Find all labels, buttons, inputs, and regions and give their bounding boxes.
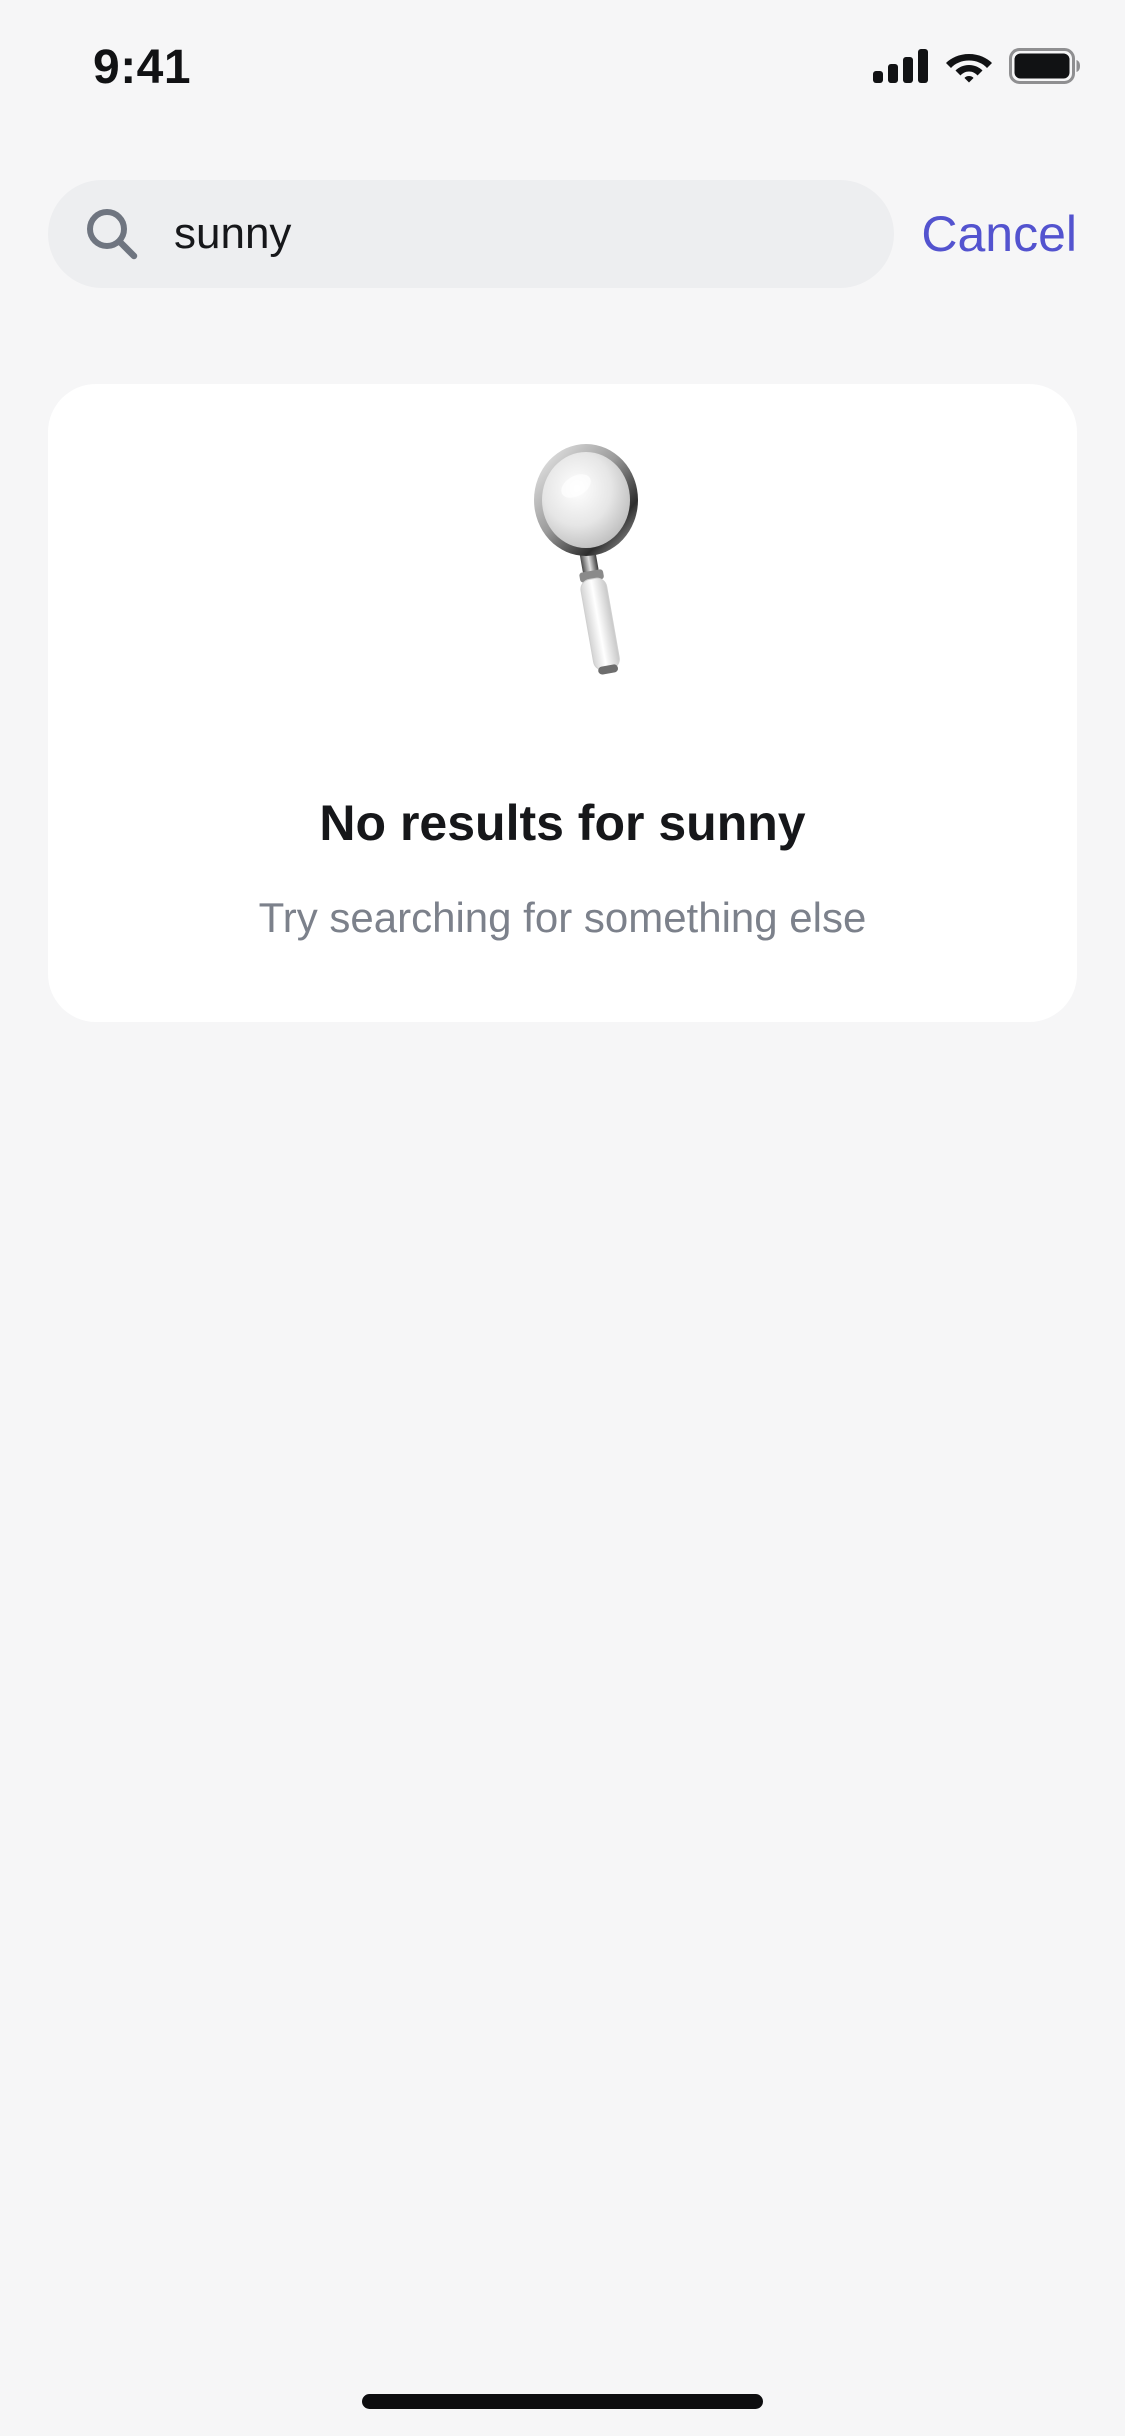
search-icon [87,209,138,260]
empty-state-title: No results for sunny [319,795,806,851]
home-indicator[interactable] [362,2394,763,2409]
status-time: 9:41 [93,41,192,94]
magnifying-glass-illustration [534,444,638,675]
status-icons [873,48,1081,84]
battery-icon [1009,48,1080,84]
cellular-signal-icon [873,49,928,83]
search-row: Cancel [48,180,1077,288]
search-input[interactable] [174,180,864,288]
cancel-button[interactable]: Cancel [921,180,1077,288]
search-field[interactable] [48,180,894,288]
wifi-icon [946,54,992,83]
status-bar: 9:41 [0,0,1125,132]
empty-state-subtitle: Try searching for something else [258,894,867,941]
empty-state-card: No results for sunny Try searching for s… [48,384,1077,1022]
